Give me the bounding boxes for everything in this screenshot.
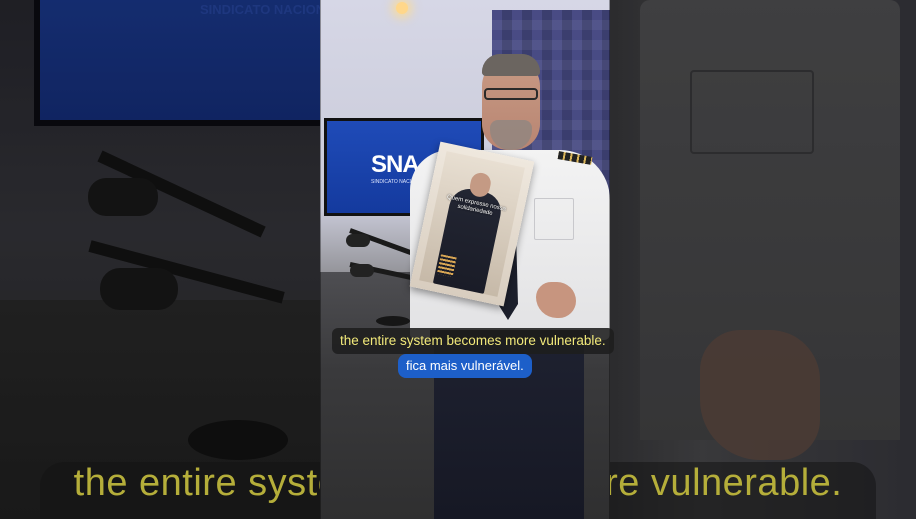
ceiling-light [396, 2, 408, 14]
microphone-2 [350, 264, 374, 277]
mic-base [376, 316, 410, 326]
video-panel-edge-right [609, 0, 610, 519]
pilot-hand [536, 282, 576, 318]
caption-portuguese: fica mais vulnerável. [398, 354, 532, 378]
pilot-hair-top [482, 54, 540, 76]
microphone [346, 234, 370, 247]
pilot-glasses [484, 88, 538, 100]
pilot-pocket [534, 198, 574, 240]
video-panel-edge-left [320, 0, 321, 519]
caption-english: the entire system becomes more vulnerabl… [332, 328, 614, 354]
